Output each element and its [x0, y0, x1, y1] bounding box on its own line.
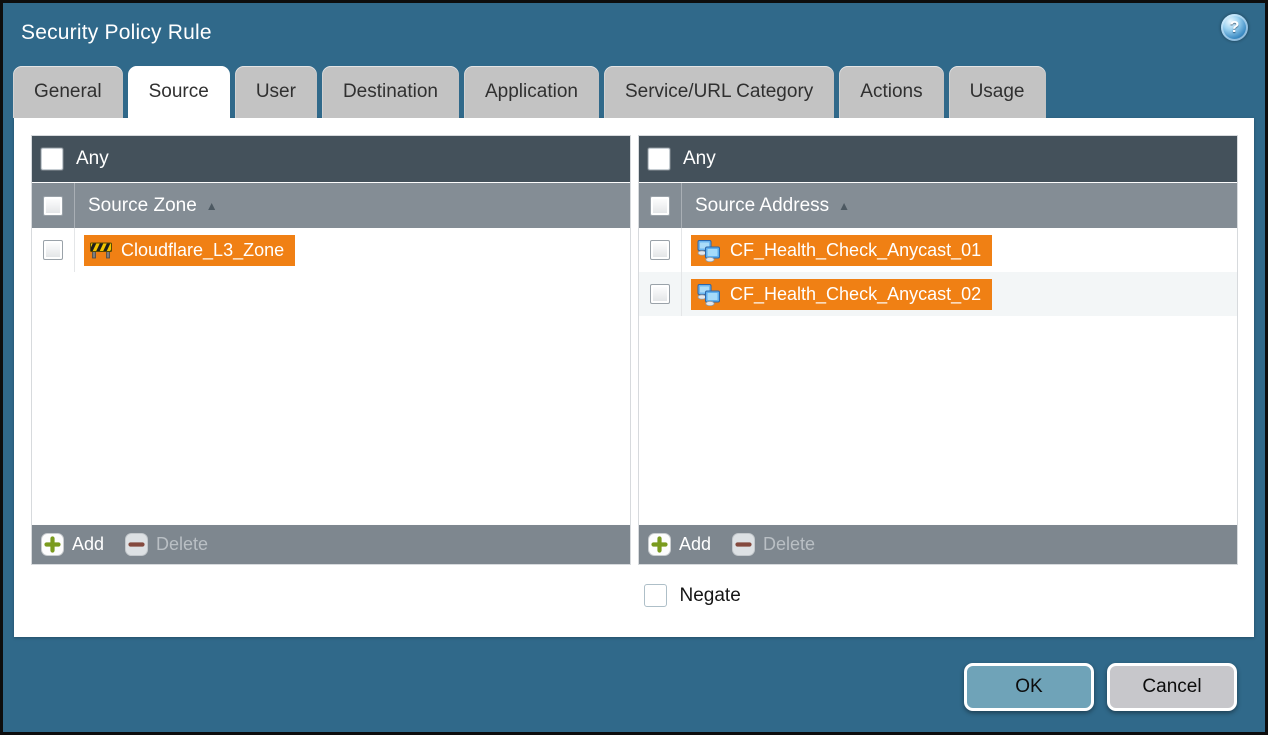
table-row: CF_Health_Check_Anycast_01 [639, 228, 1237, 272]
add-label: Add [679, 534, 712, 554]
negate-label: Negate [679, 584, 741, 606]
source-address-toolbar: Add Delete [639, 524, 1237, 564]
column-title: Source Address [695, 194, 830, 216]
add-label: Add [72, 534, 105, 554]
row-checkbox[interactable] [43, 240, 63, 260]
item-label: CF_Health_Check_Anycast_02 [730, 283, 982, 304]
dialog-action-bar: OK Cancel [964, 663, 1237, 711]
source-zone-any-bar: Any [32, 136, 630, 182]
row-checkbox-cell [639, 228, 682, 272]
tab-destination[interactable]: Destination [321, 66, 459, 118]
zone-icon [89, 240, 113, 260]
tab-user[interactable]: User [234, 66, 317, 118]
source-address-panel: Any Source Address ▲ CF_Health_Check_Any… [638, 135, 1238, 565]
dialog-titlebar: Security Policy Rule ? [3, 3, 1265, 66]
ok-button[interactable]: OK [964, 663, 1094, 711]
source-address-list: CF_Health_Check_Anycast_01 CF_Health_Che… [639, 228, 1237, 524]
negate-checkbox[interactable] [643, 584, 667, 607]
add-button[interactable]: Add [41, 533, 104, 556]
tab-actions[interactable]: Actions [839, 66, 944, 118]
item-label: CF_Health_Check_Anycast_01 [730, 239, 982, 260]
source-zone-any-label: Any [76, 148, 109, 169]
address-icon [696, 283, 722, 306]
tab-application[interactable]: Application [464, 66, 599, 118]
source-address-any-checkbox[interactable] [648, 148, 670, 170]
help-icon[interactable]: ? [1221, 14, 1248, 41]
tab-service-url-category[interactable]: Service/URL Category [603, 66, 835, 118]
source-zone-column-header: Source Zone ▲ [32, 182, 630, 228]
delete-label: Delete [763, 534, 816, 554]
source-address-sort-header[interactable]: Source Address ▲ [682, 195, 850, 217]
tab-usage[interactable]: Usage [948, 66, 1046, 118]
source-address-column-header: Source Address ▲ [639, 182, 1237, 228]
tab-source[interactable]: Source [127, 66, 230, 118]
source-zone-list: Cloudflare_L3_Zone [32, 228, 630, 524]
security-policy-rule-dialog: Security Policy Rule ? General Source Us… [0, 0, 1268, 735]
row-checkbox-cell [32, 228, 75, 272]
source-zone-item[interactable]: Cloudflare_L3_Zone [84, 234, 296, 266]
source-address-any-bar: Any [639, 136, 1237, 182]
source-zone-panel: Any Source Zone ▲ Cloudflare_L3_Zone Add… [31, 135, 631, 565]
source-zone-select-all-checkbox[interactable] [43, 195, 63, 216]
add-button[interactable]: Add [648, 533, 711, 556]
delete-button[interactable]: Delete [125, 533, 208, 556]
select-all-cell [639, 183, 682, 228]
select-all-cell [32, 183, 75, 228]
cancel-button[interactable]: Cancel [1107, 663, 1237, 711]
delete-button[interactable]: Delete [732, 533, 815, 556]
source-address-select-all-checkbox[interactable] [650, 195, 670, 216]
source-zone-any-checkbox[interactable] [41, 148, 63, 170]
table-row: CF_Health_Check_Anycast_02 [639, 272, 1237, 316]
dialog-title: Security Policy Rule [21, 21, 212, 44]
tab-general[interactable]: General [13, 66, 123, 118]
row-checkbox[interactable] [650, 284, 670, 304]
row-checkbox-cell [639, 272, 682, 316]
plus-icon [648, 533, 671, 556]
source-tab-content: Any Source Zone ▲ Cloudflare_L3_Zone Add… [14, 118, 1254, 637]
delete-label: Delete [156, 534, 209, 554]
source-zone-toolbar: Add Delete [32, 524, 630, 564]
negate-control: Negate [635, 584, 1239, 607]
source-address-any-label: Any [683, 148, 716, 169]
column-title: Source Zone [88, 194, 197, 216]
table-row: Cloudflare_L3_Zone [32, 228, 630, 272]
row-checkbox[interactable] [650, 240, 670, 260]
item-label: Cloudflare_L3_Zone [121, 239, 285, 260]
plus-icon [41, 533, 64, 556]
source-address-item[interactable]: CF_Health_Check_Anycast_01 [691, 234, 993, 266]
sort-ascending-icon: ▲ [205, 198, 218, 213]
minus-icon [732, 533, 756, 556]
source-zone-sort-header[interactable]: Source Zone ▲ [75, 195, 218, 217]
source-address-item[interactable]: CF_Health_Check_Anycast_02 [691, 278, 993, 310]
address-icon [696, 239, 722, 262]
minus-icon [125, 533, 149, 556]
sort-ascending-icon: ▲ [838, 198, 851, 213]
tab-bar: General Source User Destination Applicat… [3, 66, 1265, 118]
